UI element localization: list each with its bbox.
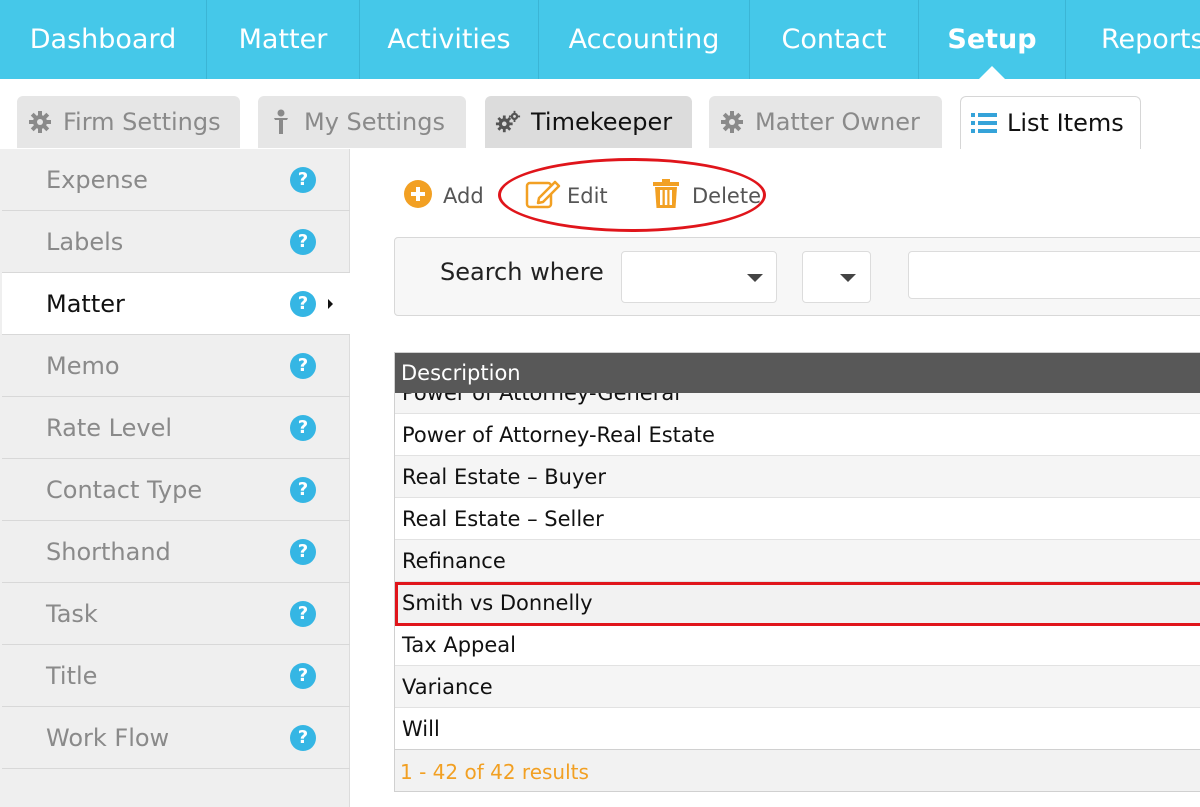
gear-icon — [27, 109, 53, 135]
person-icon — [268, 109, 294, 135]
nav-activities[interactable]: Activities — [360, 0, 539, 79]
help-icon[interactable]: ? — [290, 166, 316, 193]
help-icon[interactable]: ? — [290, 662, 316, 689]
nav-dashboard[interactable]: Dashboard — [0, 0, 207, 79]
search-where-label: Search where — [440, 258, 604, 286]
help-icon[interactable]: ? — [290, 290, 316, 317]
table-row[interactable]: Power of Attorney-General — [395, 393, 1200, 414]
sidebar-item-label: Matter — [46, 289, 125, 318]
sidebar-item-label: Work Flow — [46, 723, 170, 752]
table-row[interactable]: Real Estate – Seller — [395, 498, 1200, 540]
tab-label: Firm Settings — [63, 108, 221, 136]
sidebar-item-memo[interactable]: Memo ? — [2, 335, 350, 397]
sidebar-item-matter[interactable]: Matter ? — [2, 273, 350, 335]
sidebar-item-work-flow[interactable]: Work Flow ? — [2, 707, 350, 769]
tab-label: List Items — [1007, 109, 1124, 137]
sidebar-item-label: Expense — [46, 165, 148, 194]
help-icon[interactable]: ? — [290, 476, 316, 503]
list-grid: Description Power of Attorney-General Po… — [394, 352, 1200, 792]
sidebar-item-label: Shorthand — [46, 537, 171, 566]
search-field-select[interactable] — [621, 251, 777, 303]
sidebar-item-rate-level[interactable]: Rate Level ? — [2, 397, 350, 459]
tab-label: Matter Owner — [755, 108, 920, 136]
help-icon[interactable]: ? — [290, 414, 316, 441]
help-icon[interactable]: ? — [290, 600, 316, 627]
sidebar-item-expense[interactable]: Expense ? — [2, 149, 350, 211]
add-label: Add — [443, 184, 484, 208]
table-row[interactable]: Tax Appeal — [395, 624, 1200, 666]
tab-label: My Settings — [304, 108, 445, 136]
settings-tabs: Firm Settings My Settings Timekeeper Mat… — [0, 79, 1200, 149]
help-icon[interactable]: ? — [290, 724, 316, 751]
tab-label: Timekeeper — [531, 108, 673, 136]
chevron-down-icon — [840, 274, 856, 282]
nav-matter[interactable]: Matter — [207, 0, 360, 79]
table-row[interactable]: Real Estate – Buyer — [395, 456, 1200, 498]
sidebar-item-title[interactable]: Title ? — [2, 645, 350, 707]
sidebar-item-label: Labels — [46, 227, 124, 256]
table-row[interactable]: Will — [395, 708, 1200, 749]
gears-icon — [495, 109, 521, 135]
sidebar-item-contact-type[interactable]: Contact Type ? — [2, 459, 350, 521]
grid-rows: Power of Attorney-General Power of Attor… — [395, 393, 1200, 749]
results-count: 1 - 42 of 42 results — [395, 749, 1200, 791]
sidebar-item-label: Title — [46, 661, 98, 690]
sidebar-item-shorthand[interactable]: Shorthand ? — [2, 521, 350, 583]
list-icon — [971, 110, 997, 136]
nav-contact[interactable]: Contact — [750, 0, 919, 79]
plus-circle-icon — [403, 179, 433, 214]
table-row[interactable]: Variance — [395, 666, 1200, 708]
tab-matter-owner[interactable]: Matter Owner — [709, 96, 942, 148]
caret-right-icon — [328, 298, 333, 309]
edit-button[interactable]: Edit — [525, 172, 608, 220]
table-row[interactable]: Refinance — [395, 540, 1200, 582]
nav-setup[interactable]: Setup — [919, 0, 1066, 80]
sidebar-item-labels[interactable]: Labels ? — [2, 211, 350, 273]
trash-icon — [653, 178, 679, 214]
chevron-down-icon — [747, 274, 763, 282]
top-nav: Dashboard Matter Activities Accounting C… — [0, 0, 1200, 80]
sidebar-item-label: Memo — [46, 351, 120, 380]
nav-accounting[interactable]: Accounting — [539, 0, 750, 79]
help-icon[interactable]: ? — [290, 228, 316, 255]
search-operator-select[interactable] — [802, 251, 871, 303]
nav-reports[interactable]: Reports — [1066, 0, 1200, 79]
sidebar-item-label: Rate Level — [46, 413, 173, 442]
table-row[interactable]: Power of Attorney-Real Estate — [395, 414, 1200, 456]
edit-icon — [525, 178, 561, 215]
delete-button[interactable]: Delete — [653, 172, 761, 220]
tab-firm-settings[interactable]: Firm Settings — [17, 96, 240, 148]
tab-list-items[interactable]: List Items — [960, 96, 1141, 149]
column-header-description[interactable]: Description — [395, 353, 1200, 393]
help-icon[interactable]: ? — [290, 538, 316, 565]
sidebar-item-label: Contact Type — [46, 475, 203, 504]
tab-timekeeper[interactable]: Timekeeper — [485, 96, 692, 148]
sidebar-item-label: Task — [46, 599, 98, 628]
tab-my-settings[interactable]: My Settings — [258, 96, 466, 148]
help-icon[interactable]: ? — [290, 352, 316, 379]
sidebar-item-task[interactable]: Task ? — [2, 583, 350, 645]
search-input[interactable] — [908, 251, 1200, 299]
gear-icon — [719, 109, 745, 135]
table-row-selected[interactable]: Smith vs Donnelly — [395, 582, 1200, 624]
add-button[interactable]: Add — [403, 172, 484, 220]
list-sidebar: Expense ? Labels ? Matter ? Memo ? Rate … — [0, 149, 350, 807]
edit-label: Edit — [567, 184, 608, 208]
delete-label: Delete — [692, 184, 761, 208]
